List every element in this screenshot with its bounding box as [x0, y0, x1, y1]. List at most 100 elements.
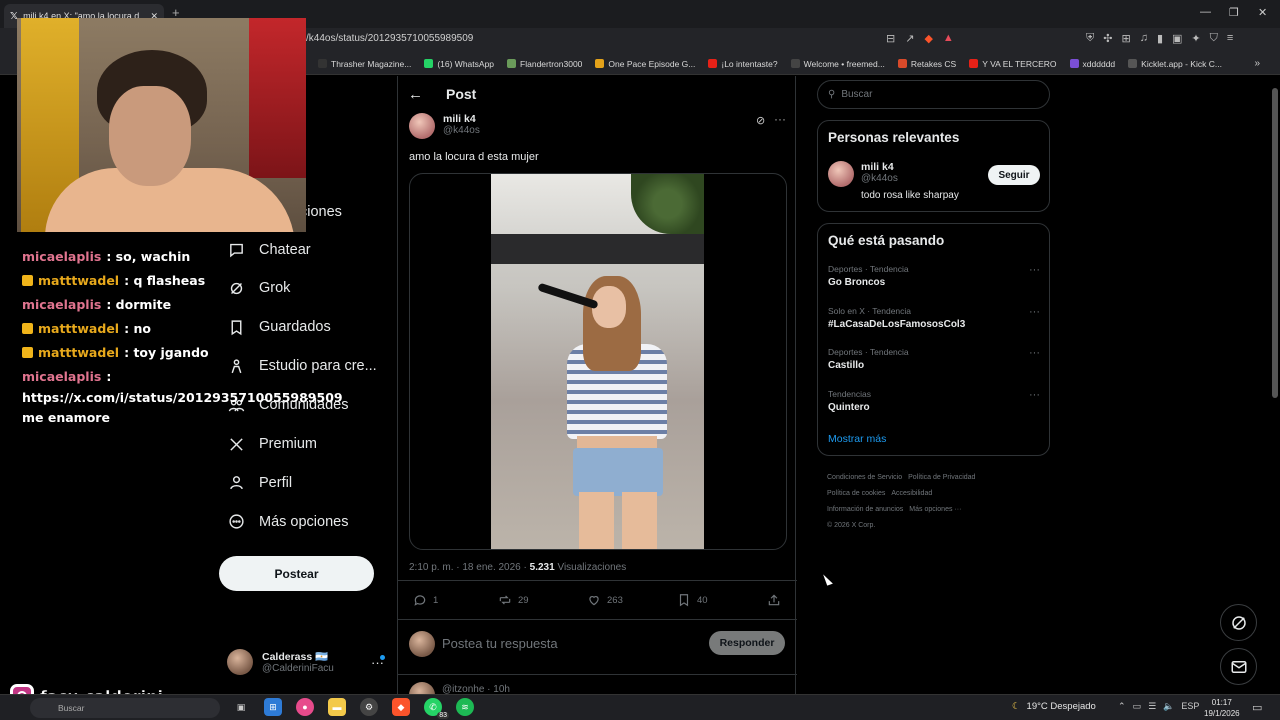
trend-more-icon[interactable]: ··· [1029, 264, 1040, 276]
footer-link[interactable]: Condiciones de Servicio [827, 474, 902, 481]
sidebar-item-más-opciones[interactable]: Más opciones [228, 513, 348, 530]
footer-link[interactable]: Más opciones ··· [909, 506, 961, 513]
close-window-icon[interactable]: ✕ [1258, 6, 1267, 19]
bookmark-item[interactable]: (16) WhatsApp [424, 59, 494, 69]
scrollbar[interactable] [1272, 88, 1278, 398]
app-icon[interactable]: ● [296, 698, 314, 716]
grok-fab[interactable] [1220, 604, 1257, 641]
back-arrow-icon[interactable]: ← [408, 86, 423, 103]
my-avatar[interactable] [409, 631, 435, 657]
bookmark-item[interactable]: Kicklet.app - Kick C... [1128, 59, 1222, 69]
trend-more-icon[interactable]: ··· [1029, 347, 1040, 359]
install-icon[interactable]: ⊟ [886, 32, 895, 45]
language-indicator[interactable]: ESP [1181, 701, 1199, 712]
post-more-icon[interactable]: ··· [774, 112, 786, 126]
author-avatar[interactable] [409, 113, 435, 139]
chat-text: https://x.com/i/status/20129357100559895… [22, 390, 343, 425]
trend-item[interactable]: Deportes · Tendencia Go Broncos ··· [828, 264, 1040, 288]
downloads-icon[interactable]: ⊞ [1121, 32, 1130, 45]
taskbar-search[interactable]: Buscar [30, 698, 220, 718]
bookmark-item[interactable]: Retakes CS [897, 59, 956, 69]
menu-icon[interactable]: ≡ [1227, 32, 1233, 45]
extensions-icon[interactable]: ✣ [1103, 32, 1112, 45]
relevant-user-handle[interactable]: @k44os [861, 173, 959, 184]
maximize-icon[interactable]: ❐ [1229, 6, 1239, 19]
whatsapp-icon[interactable]: ✆ 83 [424, 698, 449, 719]
tray-chevron-icon[interactable]: ⌃ [1118, 701, 1126, 712]
messages-fab[interactable] [1220, 648, 1257, 685]
task-view-icon[interactable]: ▣ [232, 698, 250, 716]
trend-category: Deportes · Tendencia [828, 264, 909, 274]
trend-more-icon[interactable]: ··· [1029, 306, 1040, 318]
bookmark-item[interactable]: Y VA EL TERCERO [969, 59, 1057, 69]
chat-username: micaelaplis [22, 296, 102, 312]
bookmark-item[interactable]: xdddddd [1069, 59, 1115, 69]
share-icon[interactable]: ↗ [905, 32, 914, 45]
store-icon[interactable]: ⊞ [264, 698, 282, 716]
vpn-icon[interactable]: ⛉ [1210, 32, 1218, 45]
post-media[interactable] [409, 173, 787, 550]
steam-icon[interactable]: ⚙ [360, 698, 378, 716]
file-explorer-icon[interactable]: ▬ [328, 698, 346, 716]
sidebar-item-premium[interactable]: Premium [228, 436, 317, 453]
account-switcher[interactable]: Calderass 🇦🇷 @CalderiniFacu [227, 649, 334, 675]
post-author[interactable]: mili k4 @k44os [409, 113, 480, 139]
tray-app-icon[interactable]: ▭ [1133, 701, 1142, 712]
wallet-icon[interactable]: ▣ [1172, 32, 1182, 45]
relevant-user-avatar[interactable] [828, 161, 854, 187]
trend-item[interactable]: Tendencias Quintero ··· [828, 389, 1040, 413]
post-time[interactable]: 2:10 p. m. · 18 ene. 2026 · [409, 562, 530, 573]
bookmark-action[interactable]: 40 [677, 593, 708, 607]
trend-item[interactable]: Deportes · Tendencia Castillo ··· [828, 347, 1040, 371]
reply-input[interactable]: Postea tu respuesta [442, 636, 558, 651]
footer-link[interactable]: © 2026 X Corp. [827, 522, 875, 529]
share-action[interactable] [767, 593, 781, 607]
reply-button[interactable]: Responder [709, 631, 785, 655]
spotify-icon[interactable]: ≋ [456, 698, 474, 716]
brave-shield-icon[interactable]: ◆ [924, 32, 932, 45]
clock[interactable]: 01:17 19/1/2026 [1204, 697, 1240, 719]
relevant-user[interactable]: mili k4 @k44os todo rosa like sharpay [828, 161, 959, 201]
bookmark-item[interactable]: Flandertron3000 [507, 59, 582, 69]
show-more-link[interactable]: Mostrar más [828, 433, 886, 445]
brave-rewards-icon[interactable]: ▲ [943, 32, 954, 45]
post-photo[interactable] [491, 174, 704, 549]
footer-link[interactable]: Accesibilidad [891, 490, 932, 497]
url-field[interactable]: /k44os/status/2012935710055989509 [306, 33, 473, 44]
footer-link[interactable]: Política de cookies [827, 490, 885, 497]
grok-explain-icon[interactable]: ⊘ [756, 114, 765, 127]
media-icon[interactable]: ♫ [1140, 32, 1148, 45]
minimize-icon[interactable]: — [1200, 6, 1211, 18]
bookmark-label: Welcome • freemed... [803, 58, 885, 69]
footer-link[interactable]: Política de Privacidad [908, 474, 975, 481]
footer-link[interactable]: Información de anuncios [827, 506, 903, 513]
author-name[interactable]: mili k4 [443, 113, 480, 125]
bookmark-item[interactable]: Thrasher Magazine... [318, 59, 411, 69]
network-icon[interactable]: ☰ [1148, 701, 1156, 712]
follow-button[interactable]: Seguir [988, 165, 1040, 185]
trend-more-icon[interactable]: ··· [1029, 389, 1040, 401]
extension-shield-icon[interactable]: ⛨ [1086, 32, 1094, 45]
bookmarks-overflow-icon[interactable]: » [1254, 58, 1260, 69]
reply-action[interactable]: 1 [413, 593, 438, 607]
trend-item[interactable]: Solo en X · Tendencia #LaCasaDeLosFamosos… [828, 306, 1040, 330]
notifications-icon[interactable]: ▭ [1252, 701, 1262, 714]
search-input[interactable]: ⚲ Buscar [817, 80, 1050, 109]
bookmark-item[interactable]: Welcome • freemed... [790, 58, 885, 69]
sidebar-icon[interactable]: ▮ [1157, 32, 1163, 45]
volume-icon[interactable]: 🔈 [1163, 701, 1174, 712]
nav-item-partial[interactable]: ciones [300, 204, 342, 220]
bookmark-favicon-icon [424, 59, 434, 68]
relevant-user-name[interactable]: mili k4 [861, 161, 959, 173]
bookmark-item[interactable]: One Pace Episode G... [595, 59, 695, 69]
post-column: ← Post mili k4 @k44os ⊘ ··· amo la locur… [397, 76, 797, 708]
sidebar-item-perfil[interactable]: Perfil [228, 474, 292, 491]
repost-action[interactable]: 29 [498, 593, 529, 607]
bookmark-item[interactable]: ¡Lo intentaste? [708, 59, 778, 69]
author-handle[interactable]: @k44os [443, 125, 480, 136]
brave-icon[interactable]: ◆ [392, 698, 410, 716]
leo-icon[interactable]: ✦ [1191, 32, 1200, 45]
like-action[interactable]: 263 [587, 593, 623, 607]
weather-widget[interactable]: ☾ 19°C Despejado [1012, 701, 1096, 712]
post-button[interactable]: Postear [219, 556, 374, 591]
